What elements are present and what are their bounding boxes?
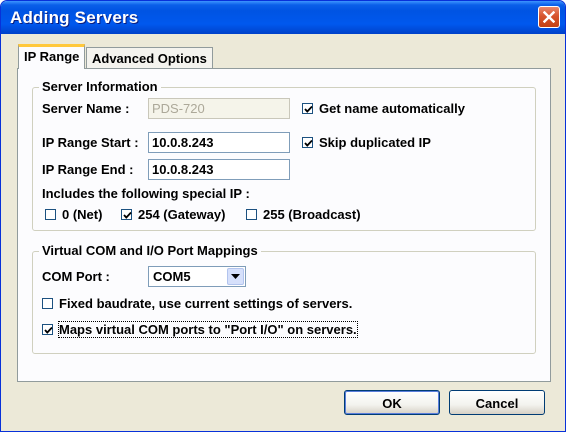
com-port-value: COM5 [153, 269, 191, 284]
get-name-auto-label[interactable]: Get name automatically [319, 101, 465, 116]
tab-ip-range-label: IP Range [24, 49, 80, 64]
checkmark-icon [44, 326, 53, 334]
get-name-auto-checkbox[interactable] [302, 103, 313, 114]
title-bar[interactable]: Adding Servers [1, 1, 565, 34]
skip-duplicated-ip-label[interactable]: Skip duplicated IP [319, 135, 431, 150]
ok-button[interactable]: OK [344, 390, 440, 415]
com-port-select[interactable]: COM5 [148, 266, 246, 287]
map-port-io-label[interactable]: Maps virtual COM ports to "Port I/O" on … [58, 321, 358, 338]
tab-panel: Server Information Server Name : PDS-720… [17, 68, 551, 382]
tab-advanced-options[interactable]: Advanced Options [86, 47, 213, 69]
server-information-legend: Server Information [39, 79, 161, 94]
fixed-baudrate-checkbox[interactable] [42, 298, 53, 309]
server-name-field[interactable]: PDS-720 [148, 98, 290, 119]
checkmark-icon [123, 211, 132, 219]
special-ip-gateway-label[interactable]: 254 (Gateway) [138, 207, 225, 222]
map-port-io-checkbox[interactable] [42, 324, 53, 335]
server-name-label: Server Name : [42, 101, 130, 116]
adding-servers-dialog: Adding Servers IP Range Advanced Options… [0, 0, 566, 432]
close-icon [543, 11, 555, 23]
ip-range-end-field[interactable]: 10.0.8.243 [148, 159, 290, 180]
ip-range-start-label: IP Range Start : [42, 135, 139, 150]
fixed-baudrate-label[interactable]: Fixed baudrate, use current settings of … [59, 296, 352, 311]
ip-range-start-field[interactable]: 10.0.8.243 [148, 132, 290, 153]
cancel-button[interactable]: Cancel [449, 390, 545, 415]
special-ip-net-label[interactable]: 0 (Net) [62, 207, 102, 222]
tab-advanced-options-label: Advanced Options [92, 51, 207, 66]
special-ip-net-checkbox[interactable] [45, 209, 56, 220]
com-port-label: COM Port : [42, 269, 110, 284]
checkmark-icon [304, 139, 313, 147]
window-title: Adding Servers [10, 8, 139, 27]
chevron-down-icon [231, 274, 240, 279]
com-port-dropdown-button[interactable] [227, 268, 244, 285]
close-button[interactable] [538, 6, 560, 28]
special-ip-broadcast-label[interactable]: 255 (Broadcast) [263, 207, 361, 222]
server-information-group: Server Information Server Name : PDS-720… [32, 79, 536, 231]
port-mappings-group: Virtual COM and I/O Port Mappings COM Po… [32, 243, 536, 354]
special-ip-gateway-checkbox[interactable] [121, 209, 132, 220]
ip-range-end-label: IP Range End : [42, 162, 134, 177]
tab-ip-range[interactable]: IP Range [18, 44, 86, 69]
special-ip-broadcast-checkbox[interactable] [246, 209, 257, 220]
skip-duplicated-ip-checkbox[interactable] [302, 137, 313, 148]
special-ip-label: Includes the following special IP : [42, 186, 250, 201]
port-mappings-legend: Virtual COM and I/O Port Mappings [39, 243, 261, 258]
checkmark-icon [304, 105, 313, 113]
